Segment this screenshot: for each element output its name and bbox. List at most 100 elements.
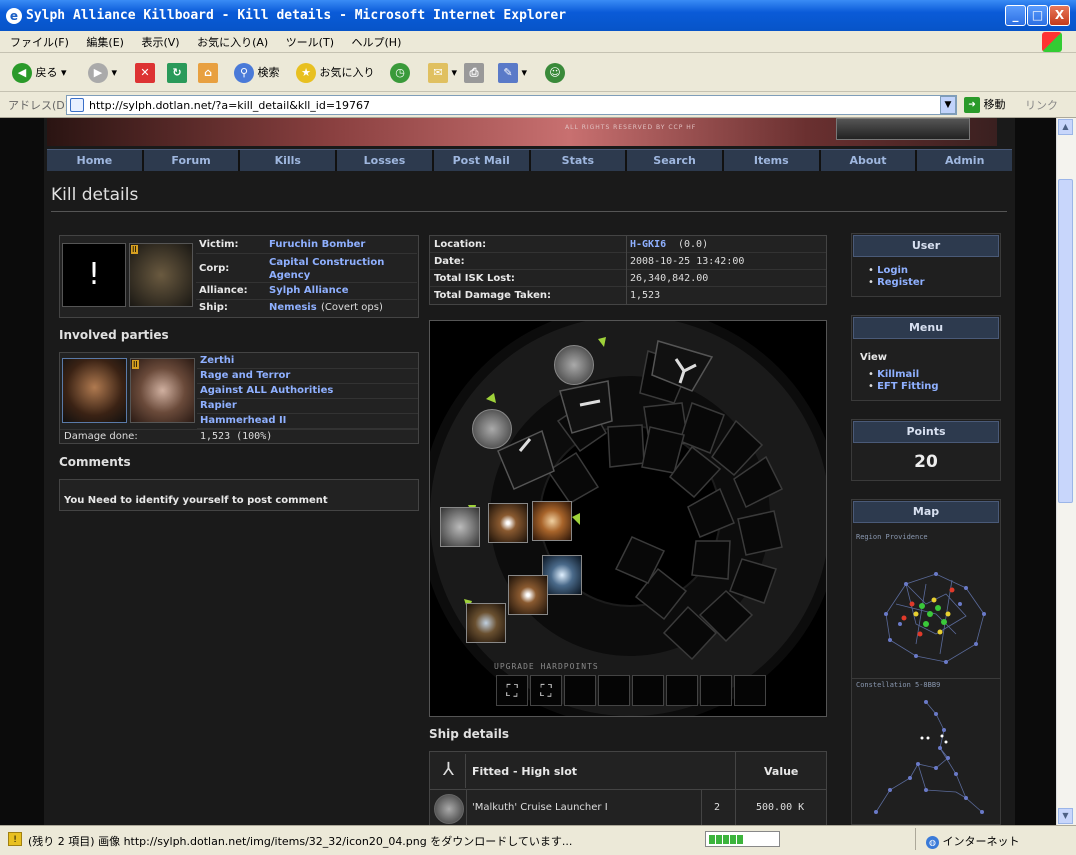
item-name[interactable]: 'Malkuth' Cruise Launcher I: [472, 802, 608, 813]
constellation-map[interactable]: [856, 694, 998, 822]
nav-kills[interactable]: Kills: [240, 150, 338, 171]
nav-forum[interactable]: Forum: [144, 150, 241, 171]
go-button[interactable]: ➜ 移動: [964, 96, 1006, 113]
home-button[interactable]: ⌂: [198, 62, 218, 84]
messenger-icon: ☺: [545, 63, 565, 83]
menu-favorites[interactable]: お気に入り(A): [197, 36, 268, 49]
nav-stats[interactable]: Stats: [531, 150, 628, 171]
mail-icon: ✉: [428, 63, 448, 83]
nav-about[interactable]: About: [821, 150, 918, 171]
launcher-module-icon[interactable]: [472, 409, 512, 449]
attacker-weapon-link[interactable]: Hammerhead II: [200, 415, 286, 426]
attacker-ship-image[interactable]: II: [130, 358, 195, 423]
map-panel-title: Map: [853, 501, 999, 523]
shield-module-icon[interactable]: [508, 575, 548, 615]
scroll-up-button[interactable]: ▲: [1058, 119, 1073, 135]
propulsion-module-icon[interactable]: [542, 555, 582, 595]
nav-post-mail[interactable]: Post Mail: [434, 150, 531, 171]
victim-portrait[interactable]: !: [62, 243, 126, 307]
progress-cell: [723, 835, 729, 844]
address-dropdown[interactable]: ▼: [940, 96, 956, 114]
nav-search[interactable]: Search: [627, 150, 724, 171]
history-icon: ◷: [390, 63, 410, 83]
links-label[interactable]: リンク: [1025, 97, 1058, 113]
title-divider: [51, 211, 1007, 212]
status-divider: [915, 828, 916, 850]
stop-button[interactable]: ✕: [135, 62, 155, 84]
forward-button[interactable]: ▶ ▾: [88, 62, 117, 84]
rig-module-icon[interactable]: [466, 603, 506, 643]
location-box: Location: H-GKI6 (0.0) Date: 2008-10-25 …: [429, 235, 827, 305]
shield-module-icon[interactable]: [488, 503, 528, 543]
region-map[interactable]: [856, 544, 998, 674]
upgrade-hardpoints-label: UPGRADE HARDPOINTS: [494, 662, 599, 671]
back-label: 戻る: [35, 66, 58, 79]
refresh-icon: ↻: [167, 63, 187, 83]
minimize-button[interactable]: _: [1005, 5, 1026, 26]
hardpoint-slot-filled[interactable]: ⛶: [530, 675, 562, 706]
damage-row: Damage done: 1,523 (100%): [60, 429, 418, 444]
attacker-portrait[interactable]: [62, 358, 127, 423]
messenger-button[interactable]: ☺: [545, 62, 565, 84]
windows-logo-icon: [1042, 32, 1062, 52]
history-button[interactable]: ◷: [390, 62, 410, 84]
scroll-down-button[interactable]: ▼: [1058, 808, 1073, 824]
user-panel-title: User: [853, 235, 999, 257]
eft-fitting-link[interactable]: EFT Fitting: [877, 381, 939, 392]
alliance-link[interactable]: Sylph Alliance: [269, 285, 349, 296]
damage-taken-label: Total Damage Taken:: [434, 290, 552, 301]
menu-view[interactable]: 表示(V): [141, 36, 179, 49]
corp-link[interactable]: Capital Construction Agency: [269, 256, 409, 282]
cloak-module-icon[interactable]: [532, 501, 572, 541]
toolbar: [0, 53, 1076, 92]
favorites-button[interactable]: ★ お気に入り: [296, 62, 375, 84]
attacker-pilot-link[interactable]: Zerthi: [200, 355, 234, 366]
killmail-link[interactable]: Killmail: [877, 369, 919, 380]
launcher-item-icon[interactable]: [434, 794, 464, 824]
menu-panel: Menu View • Killmail • EFT Fitting: [851, 315, 1001, 401]
address-input[interactable]: http://sylph.dotlan.net/?a=kill_detail&k…: [66, 95, 957, 115]
login-link[interactable]: Login: [877, 265, 908, 276]
nav-items[interactable]: Items: [724, 150, 821, 171]
menu-edit[interactable]: 編集(E): [86, 36, 124, 49]
attacker-corp-link[interactable]: Rage and Terror: [200, 370, 290, 381]
system-link[interactable]: H-GKI6: [630, 239, 666, 250]
menu-tools[interactable]: ツール(T): [286, 36, 334, 49]
mail-button[interactable]: ✉ ▾: [428, 62, 457, 84]
hardpoint-slot-filled[interactable]: ⛶: [496, 675, 528, 706]
close-button[interactable]: X: [1049, 5, 1070, 26]
globe-icon: ◍: [926, 835, 939, 849]
fitting-panel: UPGRADE HARDPOINTS ⛶ ⛶: [429, 320, 827, 717]
search-label: 検索: [257, 66, 280, 79]
go-label: 移動: [983, 98, 1006, 111]
refresh-button[interactable]: ↻: [167, 62, 187, 84]
victim-name-link[interactable]: Furuchin Bomber: [269, 239, 365, 250]
menu-help[interactable]: ヘルプ(H): [352, 36, 402, 49]
nav-home[interactable]: Home: [47, 150, 144, 171]
register-link[interactable]: Register: [877, 277, 925, 288]
edit-button[interactable]: ✎ ▾: [498, 62, 527, 84]
go-arrow-icon: ➜: [964, 97, 980, 113]
page-icon: [70, 98, 84, 112]
search-button[interactable]: ⚲ 検索: [234, 62, 280, 84]
print-button[interactable]: ⎙: [464, 62, 484, 84]
main-nav: Home Forum Kills Losses Post Mail Stats …: [47, 149, 1012, 171]
fitted-high-slot-header: Fitted - High slot: [472, 765, 578, 778]
ship-link[interactable]: Nemesis: [269, 302, 317, 313]
search-icon: ⚲: [234, 63, 254, 83]
launcher-module-icon[interactable]: [440, 507, 480, 547]
menu-file[interactable]: ファイル(F): [10, 36, 69, 49]
nav-admin[interactable]: Admin: [917, 150, 1012, 171]
nav-losses[interactable]: Losses: [337, 150, 434, 171]
window-title: Sylph Alliance Killboard - Kill details …: [26, 8, 567, 23]
back-button[interactable]: ◀ 戻る ▾: [12, 62, 67, 84]
security-status: (0.0): [678, 239, 709, 250]
attacker-alliance-link[interactable]: Against ALL Authorities: [200, 385, 333, 396]
victim-ship-image[interactable]: II: [129, 243, 193, 307]
tech2-badge: II: [131, 245, 138, 254]
scroll-thumb[interactable]: [1058, 179, 1073, 503]
comments-login-message: You Need to identify yourself to post co…: [64, 495, 328, 506]
maximize-button[interactable]: □: [1027, 5, 1048, 26]
launcher-module-icon[interactable]: [554, 345, 594, 385]
attacker-ship-link[interactable]: Rapier: [200, 400, 237, 411]
